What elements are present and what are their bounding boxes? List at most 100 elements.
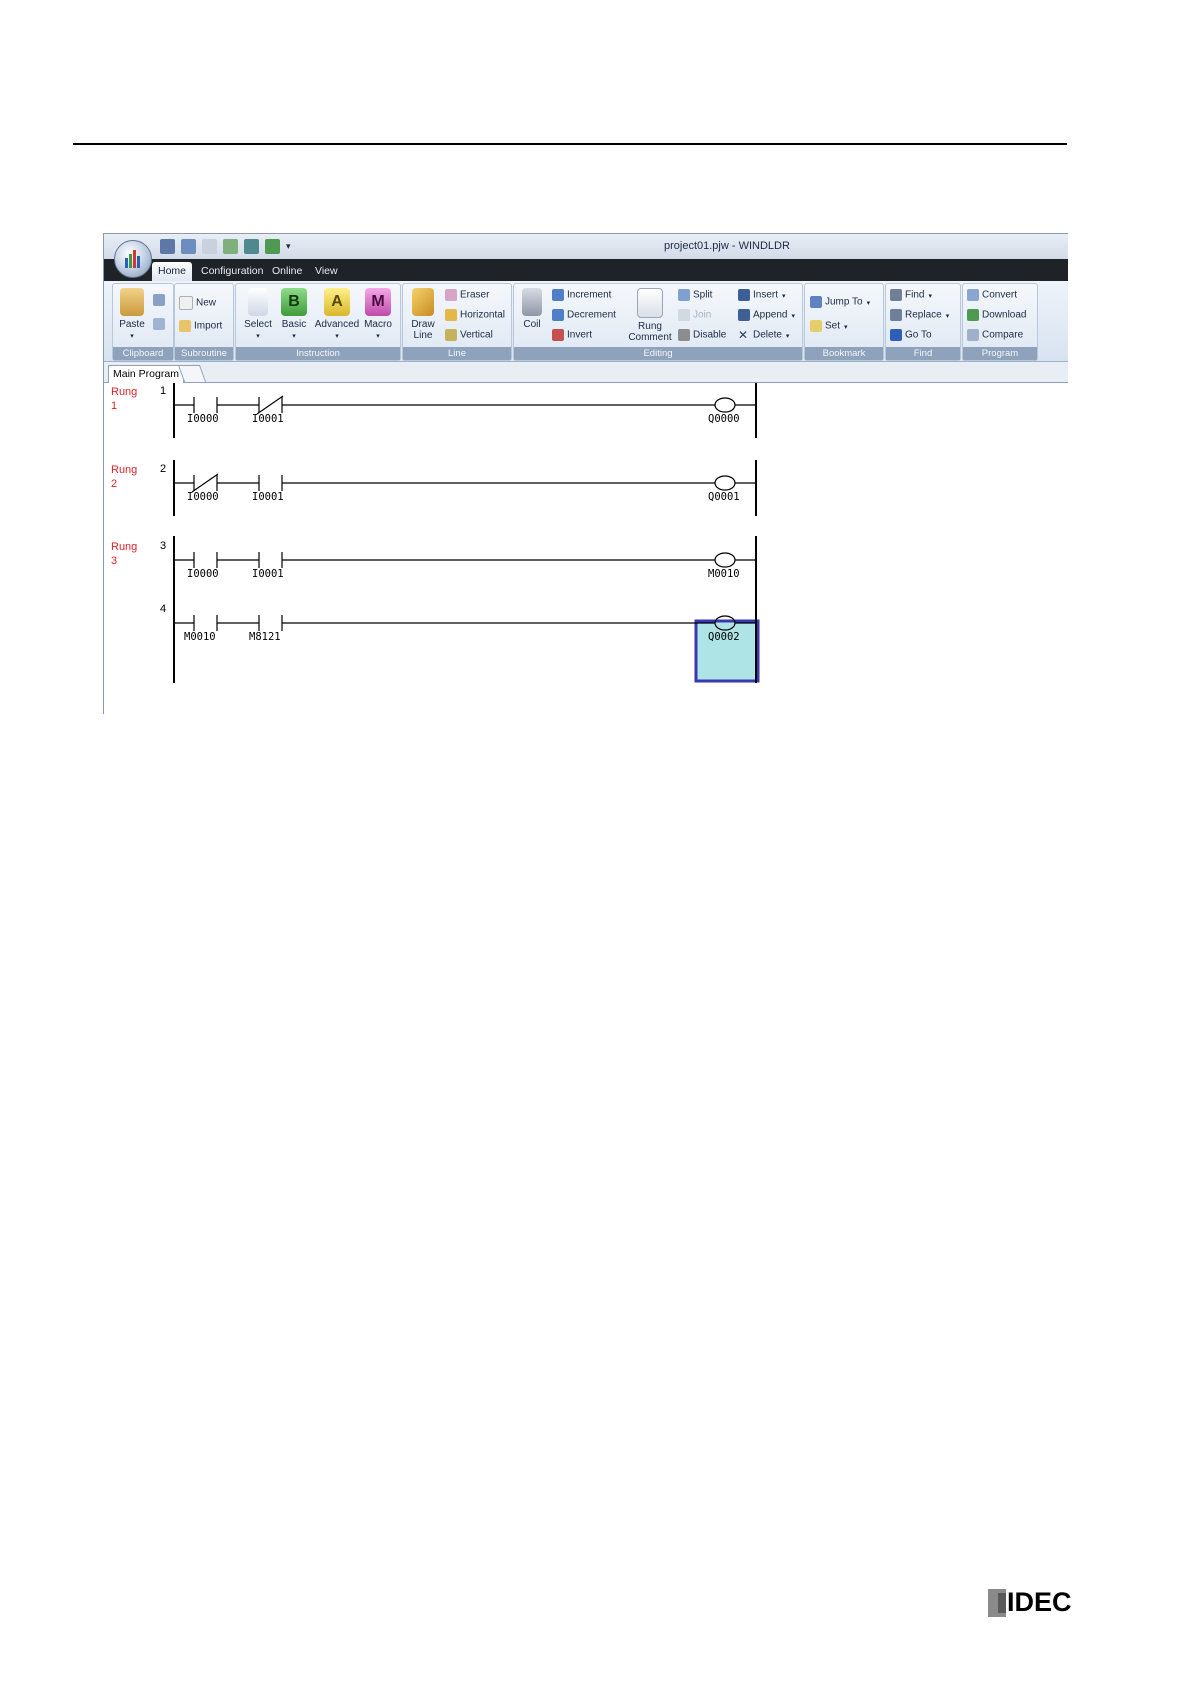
window-title: project01.pjw - WINDLDR [664, 240, 790, 252]
contact-operand[interactable]: I0001 [252, 413, 284, 425]
download-button[interactable]: Download [967, 309, 1026, 321]
rung-4-wiring [174, 615, 756, 631]
application-button[interactable] [114, 240, 152, 278]
delete-button[interactable]: ✕ Delete ▾ [738, 329, 789, 341]
group-label-subroutine: Subroutine [175, 347, 233, 360]
invert-icon [552, 329, 564, 341]
horizontal-line-button[interactable]: Horizontal [445, 309, 505, 321]
coil-operand[interactable]: Q0000 [708, 413, 740, 425]
contact-operand[interactable]: I0000 [187, 568, 219, 580]
vertical-line-icon [445, 329, 457, 341]
find-icon [890, 289, 902, 301]
ladder-editor[interactable]: Rung 1 Rung 2 Rung 3 1 2 3 4 I0000 I0001 Q0… [104, 383, 1068, 714]
macro-icon: M [365, 288, 391, 316]
advanced-button[interactable]: A Advanced ▾ [314, 288, 360, 342]
group-subroutine: New Import Subroutine [174, 283, 234, 361]
title-bar: ▾ project01.pjw - WINDLDR [104, 234, 1068, 259]
save-icon[interactable] [160, 239, 175, 254]
convert-button[interactable]: Convert [967, 289, 1017, 301]
contact-operand[interactable]: I0001 [252, 491, 284, 503]
idec-logo-mark [988, 1589, 1006, 1617]
group-instruction: Select ▾ B Basic ▾ A Advanced ▾ M Macro ▾ In… [235, 283, 401, 361]
contact-operand[interactable]: M0010 [184, 631, 216, 643]
select-button[interactable]: Select ▾ [238, 288, 278, 342]
invert-button[interactable]: Invert [552, 329, 592, 341]
find-button[interactable]: Find ▾ [890, 289, 932, 301]
customize-qat-icon[interactable]: ▾ [286, 239, 291, 254]
coil-operand[interactable]: Q0001 [708, 491, 740, 503]
contact-operand[interactable]: I0001 [252, 568, 284, 580]
go-to-arrow-icon [890, 329, 902, 341]
upload-icon[interactable] [244, 239, 259, 254]
group-label-program: Program [963, 347, 1037, 360]
group-bookmark: Jump To ▾ Set ▾ Bookmark [804, 283, 884, 361]
basic-button[interactable]: B Basic ▾ [274, 288, 314, 342]
decrement-button[interactable]: Decrement [552, 309, 616, 321]
decrement-icon [552, 309, 564, 321]
join-button[interactable]: Join [678, 309, 711, 321]
compare-button[interactable]: Compare [967, 329, 1023, 341]
download-icon [967, 309, 979, 321]
insert-icon [738, 289, 750, 301]
vertical-line-button[interactable]: Vertical [445, 329, 493, 341]
disable-button[interactable]: Disable [678, 329, 726, 341]
group-clipboard: Paste ▾ Clipboard [112, 283, 174, 361]
tab-view[interactable]: View [309, 262, 344, 281]
group-editing: Coil Increment Decrement Invert Rung Comm… [513, 283, 803, 361]
undo-icon[interactable] [181, 239, 196, 254]
coil-button[interactable]: Coil [514, 288, 550, 330]
group-find: Find ▾ Replace ▾ Go To Find [885, 283, 961, 361]
rung-3-wiring [174, 552, 756, 568]
rung-number-4: 4 [160, 603, 167, 615]
tab-online[interactable]: Online [266, 262, 308, 281]
redo-icon[interactable] [202, 239, 217, 254]
rung-label-3: Rung 3 [111, 541, 138, 567]
replace-icon [890, 309, 902, 321]
jump-to-button[interactable]: Jump To ▾ [810, 296, 870, 308]
cut-button[interactable] [153, 294, 168, 306]
split-button[interactable]: Split [678, 289, 712, 301]
import-button[interactable]: Import [179, 320, 222, 332]
increment-button[interactable]: Increment [552, 289, 611, 301]
new-subroutine-button[interactable]: New [179, 296, 216, 310]
insert-button[interactable]: Insert ▾ [738, 289, 786, 301]
eraser-button[interactable]: Eraser [445, 289, 489, 301]
disable-icon [678, 329, 690, 341]
rung-label-1: Rung 1 [111, 386, 138, 412]
rung-comment-button[interactable]: Rung Comment [626, 288, 674, 343]
tab-main-program[interactable]: Main Program [108, 365, 184, 383]
tab-home[interactable]: Home [152, 262, 193, 281]
copy-button[interactable] [153, 318, 168, 330]
import-icon [179, 320, 191, 332]
download-icon[interactable] [265, 239, 280, 254]
set-bookmark-button[interactable]: Set ▾ [810, 320, 848, 332]
append-icon [738, 309, 750, 321]
eraser-icon [445, 289, 457, 301]
jump-to-icon [810, 296, 822, 308]
rung-number-3: 3 [160, 540, 167, 552]
rung-2-wiring [174, 473, 756, 493]
go-to-button[interactable]: Go To [890, 329, 932, 341]
header-rule [73, 143, 1067, 145]
tab-configuration[interactable]: Configuration [195, 262, 269, 281]
ribbon: Paste ▾ Clipboard New Import Subroutine S… [104, 281, 1068, 362]
bookmark-icon [810, 320, 822, 332]
contact-operand[interactable]: I0000 [187, 491, 219, 503]
replace-button[interactable]: Replace ▾ [890, 309, 949, 321]
draw-line-button[interactable]: Draw Line [403, 288, 443, 341]
coil-operand[interactable]: M0010 [708, 568, 740, 580]
compare-icon [967, 329, 979, 341]
append-button[interactable]: Append ▾ [738, 309, 795, 321]
contact-operand[interactable]: I0000 [187, 413, 219, 425]
monitor-icon[interactable] [223, 239, 238, 254]
split-icon [678, 289, 690, 301]
macro-button[interactable]: M Macro ▾ [358, 288, 398, 342]
coil-icon [522, 288, 542, 316]
coil-operand[interactable]: Q0002 [708, 631, 740, 643]
join-icon [678, 309, 690, 321]
contact-operand[interactable]: M8121 [249, 631, 281, 643]
ladder-diagram [173, 383, 760, 683]
paste-button[interactable]: Paste ▾ [115, 288, 149, 342]
rung-number-1: 1 [160, 385, 167, 397]
convert-icon [967, 289, 979, 301]
